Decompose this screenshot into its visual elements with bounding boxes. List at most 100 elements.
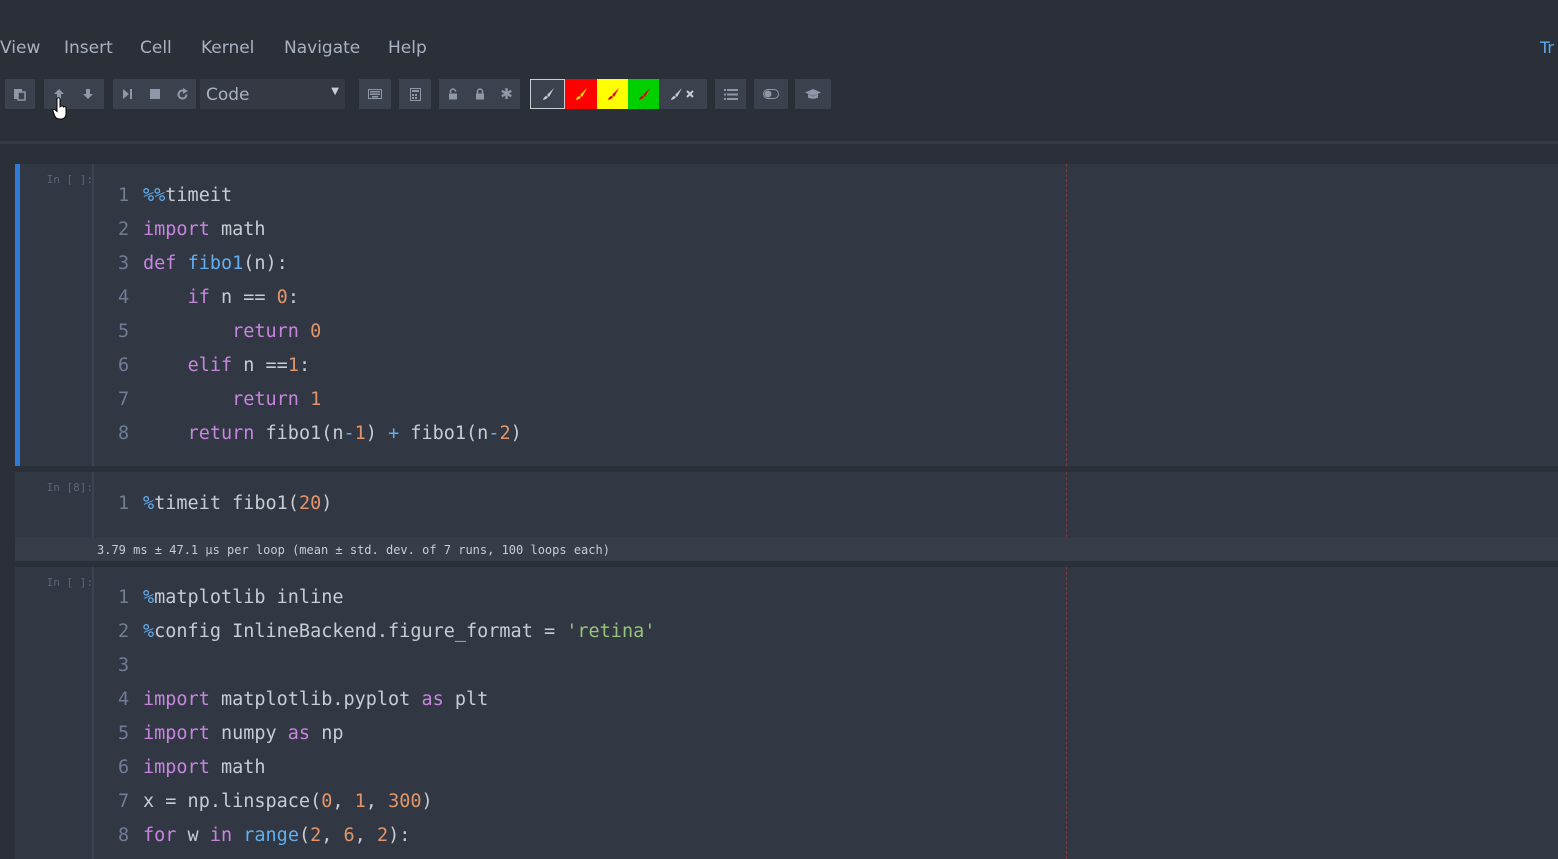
remove-highlight-button[interactable] — [659, 79, 707, 109]
code-line[interactable]: 1 %%timeit — [118, 179, 522, 213]
menubar: View Insert Cell Kernel Navigate Help Tr — [0, 0, 1558, 75]
unlock-cell-button[interactable] — [439, 79, 466, 109]
lock-icon — [475, 88, 484, 100]
code-text: x = np.linspace(0, 1, 300) — [143, 791, 433, 812]
line-number: 2 — [118, 219, 130, 240]
list-icon — [723, 88, 738, 100]
paste-group — [5, 79, 35, 109]
code-line[interactable]: 6 import math — [118, 751, 655, 785]
toggle-group — [754, 79, 788, 109]
line-length-ruler — [1066, 472, 1067, 537]
trusted-indicator[interactable]: Tr — [1540, 38, 1554, 57]
code-line[interactable]: 7 return 1 — [118, 383, 522, 417]
code-line[interactable]: 1 %matplotlib inline — [118, 581, 655, 615]
line-length-ruler — [1066, 164, 1067, 466]
line-number: 8 — [118, 825, 130, 846]
code-line[interactable]: 2 %config InlineBackend.figure_format = '… — [118, 615, 655, 649]
line-number: 5 — [118, 723, 130, 744]
run-group — [113, 79, 196, 109]
highlight-clear-button[interactable] — [530, 79, 565, 109]
toggle-icon — [763, 89, 779, 99]
code-text: if n == 0: — [187, 287, 299, 308]
code-text: import math — [143, 757, 266, 778]
menu-navigate[interactable]: Navigate — [284, 38, 360, 58]
toolbar-separator — [0, 141, 1558, 144]
code-line[interactable]: 8 for w in range(2, 6, 2): — [118, 819, 655, 853]
paste-icon — [14, 88, 26, 101]
highlight-green-button[interactable] — [628, 79, 659, 109]
stop-icon — [149, 89, 160, 99]
output-text: 3.79 ms ± 47.1 µs per loop (mean ± std. … — [97, 543, 610, 557]
calc-group — [399, 79, 431, 109]
paste-cell-button[interactable] — [5, 79, 34, 109]
menu-cell[interactable]: Cell — [140, 38, 172, 58]
code-line[interactable]: 4 if n == 0: — [118, 281, 522, 315]
brush-icon — [638, 88, 650, 100]
keyboard-group — [359, 79, 391, 109]
brush-remove-icon — [671, 88, 694, 100]
restart-icon — [177, 87, 188, 99]
menu-kernel[interactable]: Kernel — [201, 38, 254, 58]
arrow-down-icon — [82, 89, 93, 99]
code-text: return 1 — [232, 389, 322, 410]
code-line[interactable]: 6 elif n ==1: — [118, 349, 522, 383]
code-text: def fibo1(n): — [143, 253, 288, 274]
code-line[interactable]: 2 import math — [118, 213, 522, 247]
highlight-yellow-button[interactable] — [597, 79, 628, 109]
gutter-divider — [92, 567, 94, 859]
code-text: import math — [143, 219, 266, 240]
line-number: 1 — [118, 493, 130, 514]
menu-view[interactable]: View — [0, 38, 40, 58]
code-text: %%timeit — [143, 185, 233, 206]
cell-type-select[interactable]: Code ▼ — [200, 79, 345, 109]
brush-icon — [607, 88, 619, 100]
code-editor[interactable]: 1 %timeit fibo1(20) — [118, 487, 332, 521]
calculator-icon — [409, 87, 421, 101]
code-line[interactable]: 5 return 0 — [118, 315, 522, 349]
keyboard-icon — [368, 89, 382, 99]
highlight-red-button[interactable] — [565, 79, 597, 109]
command-palette-button[interactable] — [359, 79, 391, 109]
calculator-button[interactable] — [399, 79, 431, 109]
brush-icon — [542, 88, 554, 100]
code-line[interactable]: 4 import matplotlib.pyplot as plt — [118, 683, 655, 717]
code-line[interactable]: 7 x = np.linspace(0, 1, 300) — [118, 785, 655, 819]
code-text: import matplotlib.pyplot as plt — [143, 689, 489, 710]
cell-prompt: In [ ]: — [46, 576, 93, 589]
restart-kernel-button[interactable] — [168, 79, 196, 109]
menu-insert[interactable]: Insert — [64, 38, 113, 58]
code-cell-1[interactable]: In [ ]: 1 %%timeit 2 import math 3 def fibo1(… — [15, 164, 1558, 466]
cell-prompt: In [ ]: — [46, 173, 93, 186]
lock-group: ✱ — [439, 79, 520, 109]
toolbar: Code ▼ ✱ — [0, 79, 1558, 109]
line-number: 5 — [118, 321, 130, 342]
menu-help[interactable]: Help — [388, 38, 427, 58]
lock-cell-button[interactable] — [466, 79, 493, 109]
brush-icon — [576, 88, 587, 100]
run-next-button[interactable] — [113, 79, 141, 109]
rise-slideshow-button[interactable] — [795, 79, 831, 109]
line-number: 7 — [118, 389, 130, 410]
line-number: 2 — [118, 621, 130, 642]
code-line[interactable]: 3 — [118, 649, 655, 683]
code-line[interactable]: 1 %timeit fibo1(20) — [118, 487, 332, 521]
code-line[interactable]: 8 return fibo1(n-1) + fibo1(n-2) — [118, 417, 522, 451]
code-line[interactable]: 5 import numpy as np — [118, 717, 655, 751]
code-editor[interactable]: 1 %%timeit 2 import math 3 def fibo1(n): 4 if … — [118, 179, 522, 451]
code-line[interactable]: 3 def fibo1(n): — [118, 247, 522, 281]
code-cell-2[interactable]: In [8]: 1 %timeit fibo1(20) — [15, 472, 1558, 537]
line-number: 6 — [118, 355, 130, 376]
move-down-button[interactable] — [73, 79, 102, 109]
code-cell-3[interactable]: In [ ]: 1 %matplotlib inline 2 %config Inli… — [15, 567, 1558, 859]
line-number: 1 — [118, 587, 130, 608]
gutter-divider — [92, 164, 94, 466]
line-number: 7 — [118, 791, 130, 812]
interrupt-kernel-button[interactable] — [141, 79, 169, 109]
code-text: %matplotlib inline — [143, 587, 344, 608]
cell-prompt: In [8]: — [46, 481, 93, 494]
code-editor[interactable]: 1 %matplotlib inline 2 %config InlineBacken… — [118, 581, 655, 853]
toggle-button[interactable] — [754, 79, 788, 109]
table-of-contents-button[interactable] — [715, 79, 746, 109]
asterisk-button[interactable]: ✱ — [493, 79, 520, 109]
code-text: import numpy as np — [143, 723, 344, 744]
